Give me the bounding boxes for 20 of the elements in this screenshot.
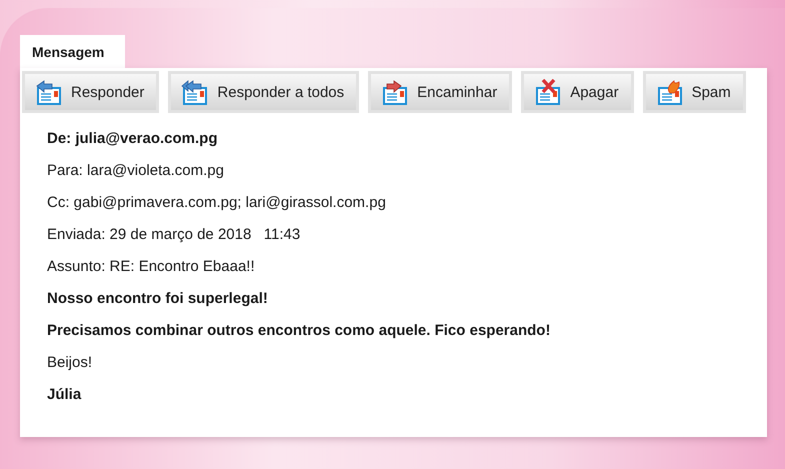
flame-document-icon [656,78,684,106]
message-line: Para: lara@violeta.com.pg [47,162,225,180]
reply-document-icon [35,78,63,106]
message-line: Assunto: RE: Encontro Ebaaa!! [47,258,256,276]
forward-button[interactable]: Encaminhar [368,71,512,113]
reply-button[interactable]: Responder [22,71,160,113]
message-tab[interactable]: Mensagem [20,35,125,68]
message-line: Enviada: 29 de março de 2018 11:43 [47,226,302,244]
reply-all-document-icon [181,78,210,106]
delete-button[interactable]: Apagar [521,71,634,113]
delete-document-icon [534,78,562,106]
message-line: Júlia [47,386,82,404]
forward-document-icon [381,78,410,106]
message-line: Cc: gabi@primavera.com.pg; lari@girassol.com.pg [47,194,387,212]
message-line: Nosso encontro foi superlegal! [47,290,269,308]
spam-button[interactable]: Spam [642,71,746,113]
message-line: Precisamos combinar outros encontros como aquele. Fico esperando! [47,322,552,340]
message-line: De: julia@verao.com.pg [47,130,219,148]
reply-all-button[interactable]: Responder a todos [168,71,360,113]
message-line: Beijos! [47,354,94,372]
